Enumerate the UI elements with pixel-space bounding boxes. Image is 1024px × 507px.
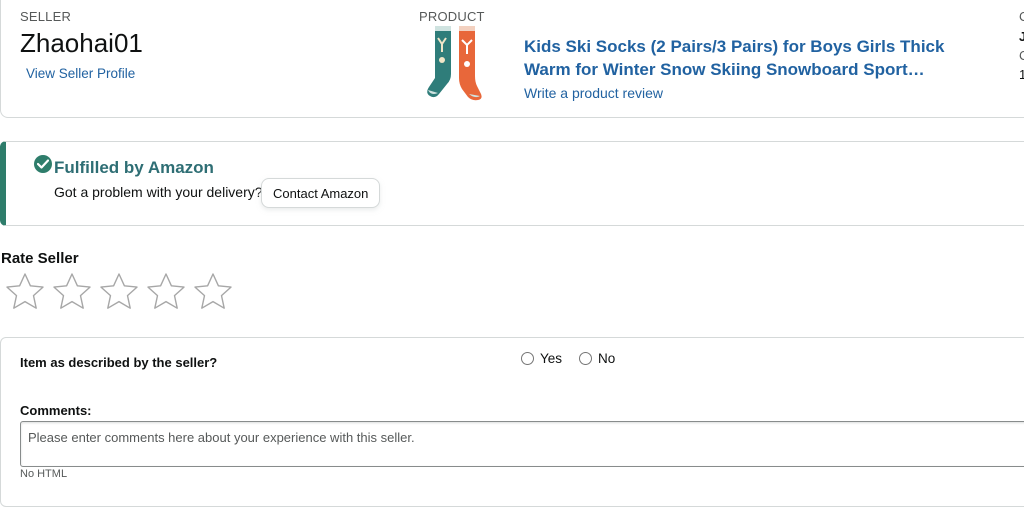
seller-heading: SELLER (20, 9, 72, 24)
item-described-question: Item as described by the seller? (20, 355, 218, 370)
star-icon-1[interactable] (3, 271, 50, 313)
seller-name: Zhaohai01 (20, 28, 143, 58)
radio-no-button[interactable] (579, 352, 592, 365)
contact-amazon-button[interactable]: Contact Amazon (261, 178, 381, 208)
radio-yes[interactable]: Yes (521, 351, 562, 366)
comments-textarea[interactable] (20, 421, 1024, 467)
star-icon-3[interactable] (97, 271, 144, 313)
view-seller-profile-link[interactable]: View Seller Profile (26, 66, 135, 81)
radio-yes-button[interactable] (521, 352, 534, 365)
product-heading: PRODUCT (419, 9, 485, 24)
check-circle-icon (34, 155, 52, 173)
radio-no-label[interactable]: No (598, 351, 615, 366)
seller-feedback-form: Item as described by the seller? Yes No … (0, 337, 1024, 507)
delivery-problem-text: Got a problem with your delivery? (54, 184, 263, 200)
edge-link-4[interactable]: 1 (1019, 67, 1024, 82)
fulfilled-by-amazon-box: Fulfilled by Amazon Got a problem with y… (0, 141, 1024, 226)
radio-yes-label[interactable]: Yes (540, 351, 562, 366)
comments-label: Comments: (20, 403, 92, 418)
star-icon-2[interactable] (50, 271, 97, 313)
ski-socks-image[interactable] (425, 24, 487, 102)
seller-product-card: SELLER Zhaohai01 View Seller Profile PRO… (0, 0, 1024, 118)
star-rating (3, 271, 238, 313)
edge-label-1: C (1019, 9, 1024, 24)
star-icon-5[interactable] (191, 271, 238, 313)
fulfilled-title: Fulfilled by Amazon (54, 158, 214, 177)
no-html-note: No HTML (20, 468, 68, 480)
rate-seller-title: Rate Seller (1, 250, 79, 267)
radio-no[interactable]: No (579, 351, 615, 366)
edge-label-3: C (1019, 48, 1024, 63)
edge-label-2: J (1019, 29, 1024, 44)
star-icon-4[interactable] (144, 271, 191, 313)
product-title-link[interactable]: Kids Ski Socks (2 Pairs/3 Pairs) for Boy… (524, 35, 954, 81)
write-product-review-link[interactable]: Write a product review (524, 85, 663, 101)
